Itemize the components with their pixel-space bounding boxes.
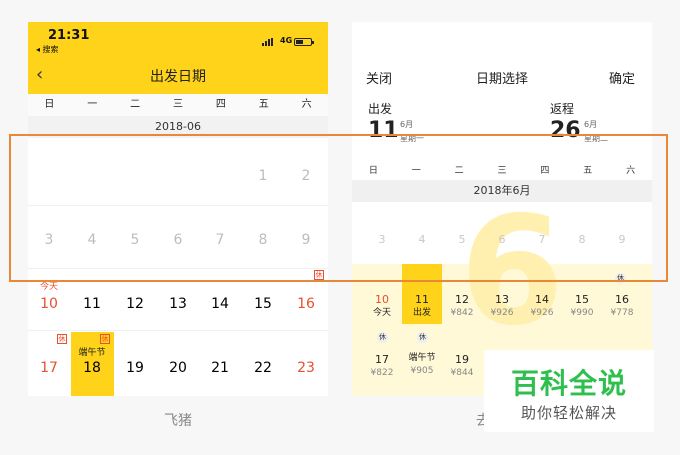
calendar-day[interactable]: 14 [199,295,241,313]
watermark-title: 百科全说 [510,367,627,400]
confirm-button[interactable]: 确定 [609,68,635,87]
calendar-day[interactable]: 22 [242,359,284,377]
signal-icon [262,38,276,46]
status-time: 21:31 [48,28,90,43]
calendar-day[interactable]: 21 [199,359,241,377]
calendar-day-today[interactable]: 10 今天 [362,293,402,319]
calendar-day[interactable]: 17 ¥822 [362,353,402,379]
calendar-day[interactable]: 13 ¥926 [482,293,522,319]
page-title: 出发日期 [150,69,206,85]
row-divider [28,330,328,331]
calendar-day[interactable]: 23 [285,359,327,377]
calendar-day[interactable]: 17 [28,359,70,377]
weekday-label: 四 [215,99,226,110]
calendar-day-depart[interactable]: 11 出发 [402,293,442,319]
calendar-day[interactable]: 19 ¥844 [442,353,482,379]
calendar-day[interactable]: 15 [242,295,284,313]
calendar-day[interactable]: 14 ¥926 [522,293,562,319]
today-label: 今天 [39,282,58,292]
weekday-label: 日 [44,99,55,110]
calendar-day[interactable]: 20 [157,359,199,377]
calendar-day[interactable]: 12 ¥842 [442,293,482,319]
holiday-badge: 休 [377,332,388,343]
depart-month: 6月 [400,120,414,129]
holiday-badge: 休 [100,334,110,344]
calendar-day[interactable]: 15 ¥990 [562,293,602,319]
calendar-day[interactable]: 13 [157,295,199,313]
back-to-app-link[interactable]: ◂ 搜索 [36,44,59,55]
calendar-day-price[interactable]: ¥905 [402,365,442,377]
weekday-header: 日 一 二 三 四 五 六 [28,94,328,116]
festival-label: 端午节 [78,348,106,358]
app-caption: 飞猪 [164,413,192,429]
calendar-day[interactable]: 19 [114,359,156,377]
calendar-day[interactable]: 16 ¥778 [602,293,642,319]
weekday-label: 三 [173,99,183,110]
watermark-subtitle: 助你轻松解决 [520,404,617,422]
holiday-badge: 休 [417,332,428,343]
calendar-day-selected[interactable]: 18 [71,359,113,377]
network-label: 4G [280,36,293,45]
depart-label: 出发 [368,102,393,116]
weekday-label: 五 [258,99,269,110]
weekday-label: 一 [87,99,98,110]
weekday-label: 二 [130,99,141,110]
calendar-day[interactable]: 11 [71,295,113,313]
weekday-label: 六 [301,99,312,110]
page-title: 日期选择 [475,72,528,87]
calendar-day-today[interactable]: 10 [28,295,70,313]
site-watermark: 百科全说 助你轻松解决 [484,350,654,432]
return-month: 6月 [584,120,598,129]
highlight-box [9,134,668,282]
festival-label: 端午节 [408,353,436,363]
return-label: 返程 [550,102,575,116]
battery-icon [294,38,314,46]
calendar-day[interactable]: 16 [285,295,327,313]
calendar-day[interactable]: 12 [114,295,156,313]
holiday-badge: 休 [57,334,67,344]
